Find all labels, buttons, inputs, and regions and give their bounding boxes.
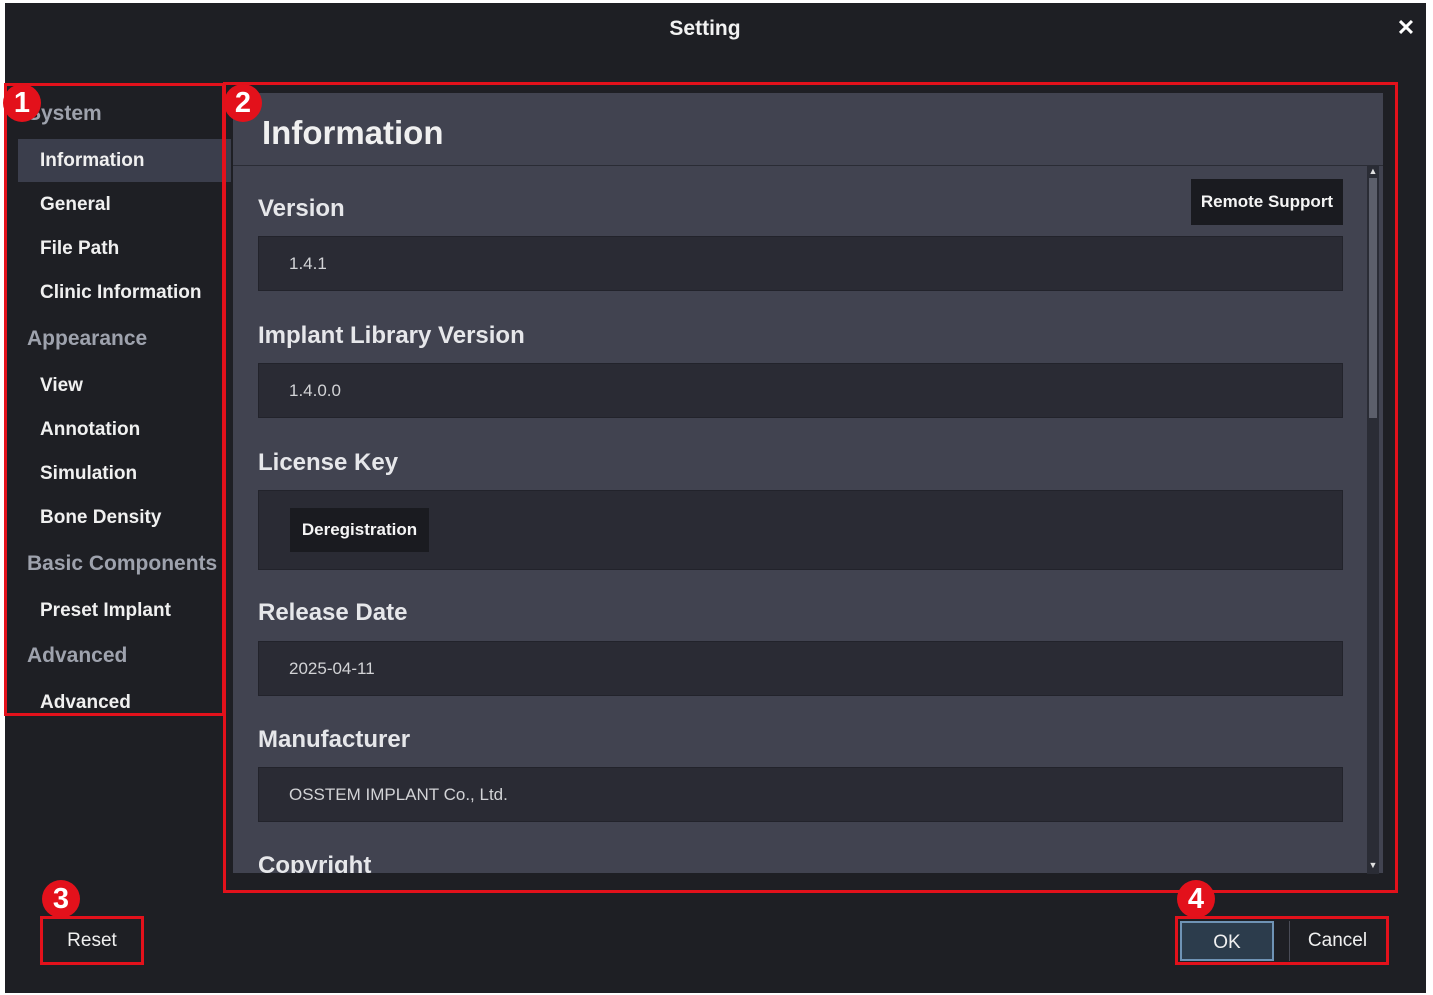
callout-box-reset xyxy=(40,916,144,965)
dialog-title: Setting xyxy=(669,17,741,40)
callout-box-ok-cancel xyxy=(1175,916,1389,965)
callout-badge-1: 1 xyxy=(3,84,41,122)
callout-box-panel xyxy=(223,82,1398,893)
callout-box-sidebar xyxy=(4,83,225,716)
callout-badge-4: 4 xyxy=(1177,880,1215,918)
close-icon[interactable]: ✕ xyxy=(1393,15,1419,41)
callout-badge-2: 2 xyxy=(224,84,262,122)
callout-badge-3: 3 xyxy=(42,880,80,918)
